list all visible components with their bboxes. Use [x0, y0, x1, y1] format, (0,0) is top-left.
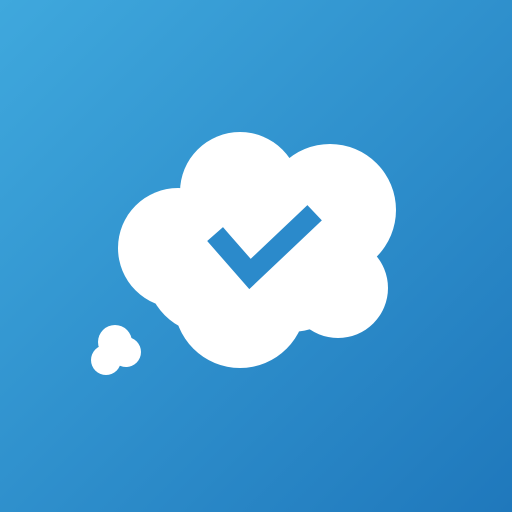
thought-puff-icon [91, 325, 141, 375]
app-icon[interactable] [0, 0, 512, 512]
thought-cloud-icon [118, 132, 396, 368]
